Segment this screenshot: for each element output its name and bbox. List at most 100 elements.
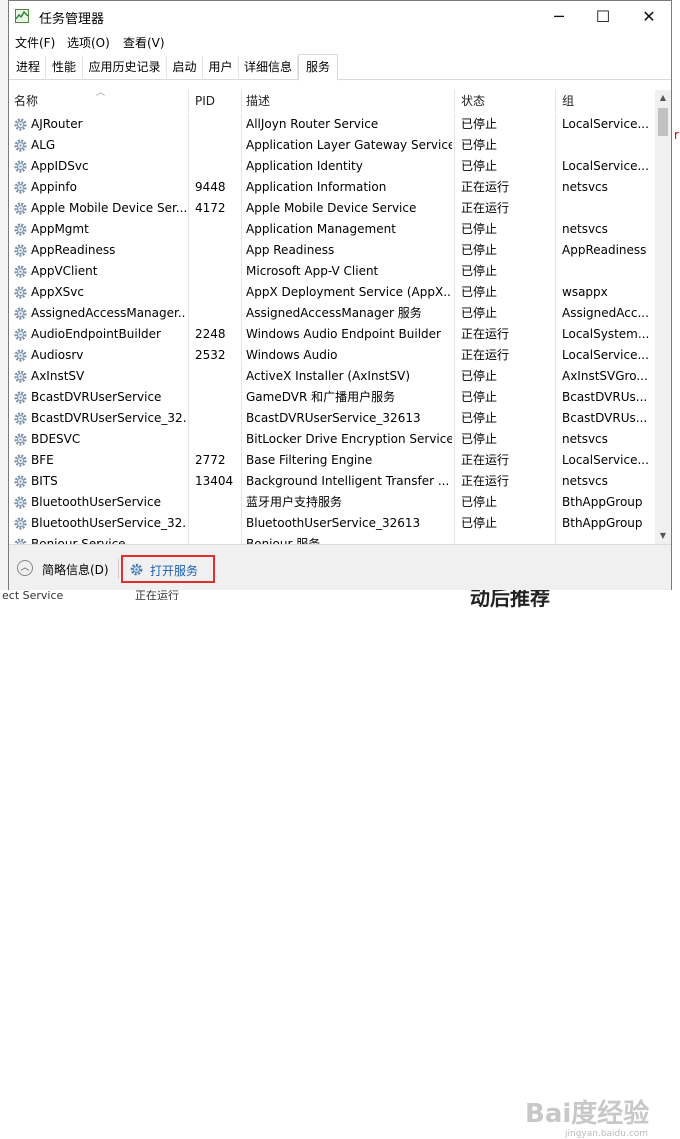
table-row[interactable]: AudioEndpointBuilder 2248 Windows Audio En… <box>9 324 655 345</box>
table-row[interactable]: Bonjour Service Bonjour 服务 <box>9 534 655 544</box>
title-bar[interactable]: 任务管理器 ─ ☐ ✕ <box>9 1 671 32</box>
brief-info-link[interactable]: 简略信息(D) <box>42 561 109 578</box>
table-row[interactable]: BcastDVRUserService_32... BcastDVRUserSer… <box>9 408 655 429</box>
table-row[interactable]: BluetoothUserService_32... BluetoothUserS… <box>9 513 655 534</box>
column-divider[interactable] <box>555 90 556 112</box>
menu-options[interactable]: 选项(O) <box>67 34 110 51</box>
column-header-group[interactable]: 组 <box>562 90 574 112</box>
cell-name: Apple Mobile Device Ser... <box>31 201 186 215</box>
table-row[interactable]: BcastDVRUserService GameDVR 和广播用户服务 已停止 Bca… <box>9 387 655 408</box>
service-gear-icon <box>13 432 28 447</box>
tab-processes[interactable]: 进程 <box>11 56 46 78</box>
maximize-button[interactable]: ☐ <box>581 1 625 32</box>
table-row[interactable]: AppIDSvc Application Identity 已停止 LocalServ… <box>9 156 655 177</box>
table-row[interactable]: Appinfo 9448 Application Information 正在运行 ne… <box>9 177 655 198</box>
table-row[interactable]: AppXSvc AppX Deployment Service (AppX... 已… <box>9 282 655 303</box>
service-gear-icon <box>13 495 28 510</box>
tab-bar: 进程 性能 应用历史记录 启动 用户 详细信息 服务 <box>9 54 671 81</box>
scrollbar-thumb[interactable] <box>658 108 668 136</box>
table-row[interactable]: Audiosrv 2532 Windows Audio 正在运行 LocalServic… <box>9 345 655 366</box>
cell-description: Application Management <box>246 222 396 236</box>
cell-name: AJRouter <box>31 117 83 131</box>
service-gear-icon <box>13 474 28 489</box>
column-divider[interactable] <box>241 90 242 112</box>
cell-name: AppIDSvc <box>31 159 89 173</box>
table-row[interactable]: BluetoothUserService 蓝牙用户支持服务 已停止 BthAppGro… <box>9 492 655 513</box>
tab-performance[interactable]: 性能 <box>46 56 83 78</box>
cell-pid: 2248 <box>195 327 226 341</box>
cell-status: 已停止 <box>461 495 498 509</box>
cell-status: 已停止 <box>461 390 498 404</box>
column-divider[interactable] <box>454 90 455 112</box>
tab-users[interactable]: 用户 <box>203 56 239 78</box>
cell-description: Windows Audio Endpoint Builder <box>246 327 441 341</box>
cell-name: BcastDVRUserService_32... <box>31 411 186 425</box>
cell-group: AppReadiness <box>562 243 647 257</box>
cell-status: 正在运行 <box>461 348 510 362</box>
cell-pid <box>195 156 239 177</box>
background-text: 正在运行 <box>135 590 179 600</box>
footer-bar: ︿ 简略信息(D) 打开服务 Bai度经验 jingyan.baidu.com <box>9 544 671 1139</box>
column-header-pid[interactable]: PID <box>195 90 215 112</box>
table-row[interactable]: AppVClient Microsoft App-V Client 已停止 <box>9 261 655 282</box>
cell-pid: 9448 <box>195 180 226 194</box>
vertical-scrollbar[interactable]: ▲ ▼ <box>655 90 671 544</box>
menu-view[interactable]: 查看(V) <box>123 34 165 51</box>
table-row[interactable]: AssignedAccessManager... AssignedAccessMa… <box>9 303 655 324</box>
tab-app-history[interactable]: 应用历史记录 <box>83 56 167 78</box>
scroll-down-arrow-icon[interactable]: ▼ <box>655 528 671 544</box>
chevron-up-icon[interactable]: ︿ <box>17 560 33 576</box>
table-row[interactable]: AppReadiness App Readiness 已停止 AppReadiness <box>9 240 655 261</box>
column-header-status[interactable]: 状态 <box>461 90 485 112</box>
cell-pid <box>195 408 239 429</box>
scroll-up-arrow-icon[interactable]: ▲ <box>655 90 671 106</box>
cell-group <box>562 135 654 156</box>
cell-name: BITS <box>31 474 58 488</box>
service-gear-icon <box>13 306 28 321</box>
menu-file[interactable]: 文件(F) <box>15 34 55 51</box>
table-row[interactable]: BFE 2772 Base Filtering Engine 正在运行 LocalSer… <box>9 450 655 471</box>
minimize-button[interactable]: ─ <box>537 1 581 32</box>
service-gear-icon <box>13 285 28 300</box>
table-row[interactable]: AxInstSV ActiveX Installer (AxInstSV) 已停止 A… <box>9 366 655 387</box>
table-header: 名称 PID 描述 状态 组 <box>9 90 655 113</box>
cell-group: LocalService... <box>562 348 649 362</box>
cell-pid <box>195 366 239 387</box>
column-divider[interactable] <box>188 90 189 112</box>
tab-services[interactable]: 服务 <box>298 54 338 81</box>
cell-name: AppMgmt <box>31 222 89 236</box>
table-row[interactable]: AJRouter AllJoyn Router Service 已停止 LocalSe… <box>9 114 655 135</box>
services-gear-icon <box>130 563 143 576</box>
open-services-link[interactable]: 打开服务 <box>121 555 215 583</box>
service-gear-icon <box>13 243 28 258</box>
column-header-name[interactable]: 名称 <box>14 90 38 112</box>
tab-startup[interactable]: 启动 <box>167 56 203 78</box>
cell-name: AppXSvc <box>31 285 84 299</box>
table-row[interactable]: BDESVC BitLocker Drive Encryption Service… <box>9 429 655 450</box>
cell-name: AudioEndpointBuilder <box>31 327 161 341</box>
cell-status: 正在运行 <box>461 474 510 488</box>
cell-pid <box>195 387 239 408</box>
cell-status: 已停止 <box>461 516 498 530</box>
table-row[interactable]: Apple Mobile Device Ser... 4172 Apple Mobi… <box>9 198 655 219</box>
cell-group: LocalService... <box>562 453 649 467</box>
tab-details[interactable]: 详细信息 <box>239 56 298 78</box>
table-row[interactable]: AppMgmt Application Management 已停止 netsvcs <box>9 219 655 240</box>
cell-group: BcastDVRUs... <box>562 390 648 404</box>
cell-description: Windows Audio <box>246 348 338 362</box>
task-manager-icon <box>15 9 29 23</box>
table-row[interactable]: ALG Application Layer Gateway Service 已停止 <box>9 135 655 156</box>
close-button[interactable]: ✕ <box>627 1 671 32</box>
cell-name: BluetoothUserService_32... <box>31 516 186 530</box>
column-header-description[interactable]: 描述 <box>246 90 270 112</box>
cell-description: ActiveX Installer (AxInstSV) <box>246 369 411 383</box>
window-title: 任务管理器 <box>39 12 105 27</box>
service-gear-icon <box>13 453 28 468</box>
service-gear-icon <box>13 222 28 237</box>
menu-bar: 文件(F) 选项(O) 查看(V) <box>9 32 671 52</box>
table-row[interactable]: BITS 13404 Background Intelligent Transfer… <box>9 471 655 492</box>
cell-group: netsvcs <box>562 474 608 488</box>
cell-pid <box>195 534 239 544</box>
cell-pid <box>195 135 239 156</box>
cell-pid <box>195 261 239 282</box>
